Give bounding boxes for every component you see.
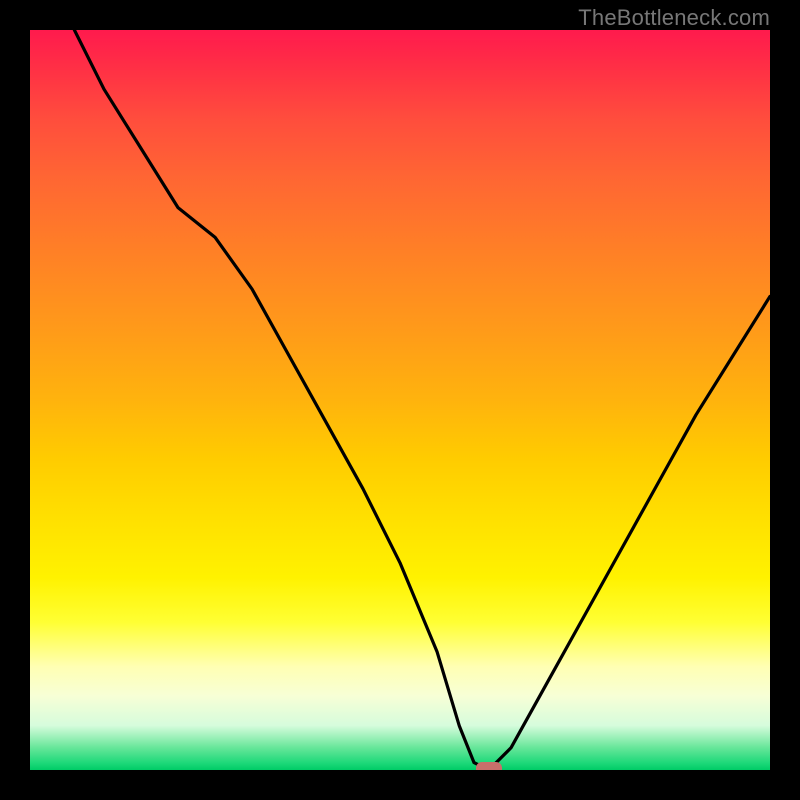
chart-frame: TheBottleneck.com — [0, 0, 800, 800]
bottleneck-curve — [30, 30, 770, 770]
plot-area — [30, 30, 770, 770]
optimum-marker — [476, 762, 502, 770]
watermark-text: TheBottleneck.com — [578, 5, 770, 31]
